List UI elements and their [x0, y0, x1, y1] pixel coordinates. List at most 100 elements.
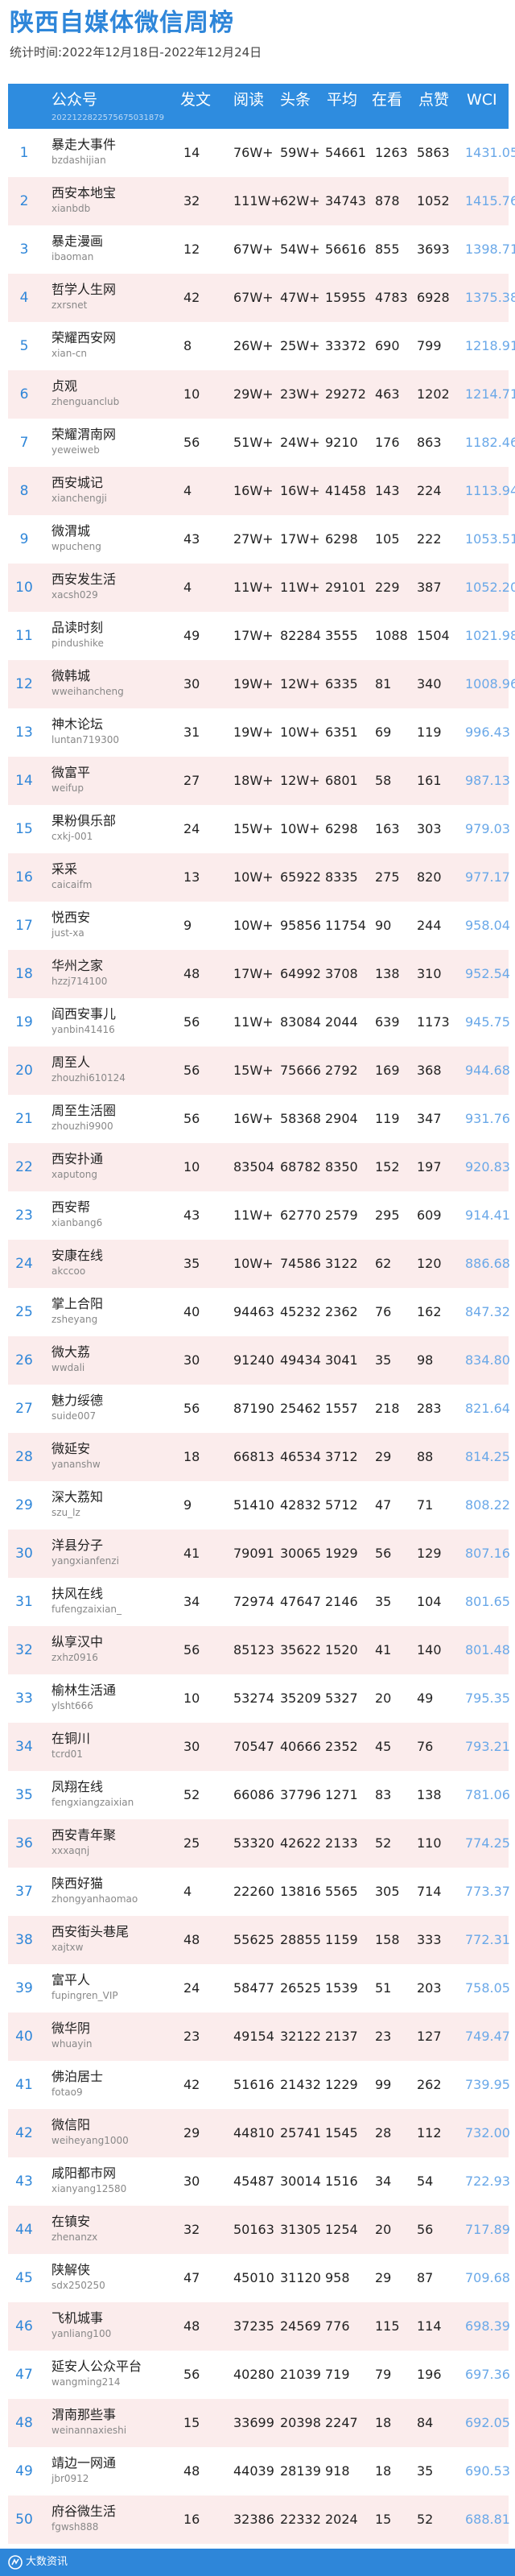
account-name[interactable]: 西安帮 — [52, 1199, 102, 1216]
account-cell[interactable]: 在镇安 zhenanzx — [52, 2213, 97, 2244]
account-cell[interactable]: 洋县分子 yangxianfenzi — [52, 1537, 119, 1567]
account-cell[interactable]: 阎西安事儿 yanbin41416 — [52, 1005, 116, 1036]
account-cell[interactable]: 飞机城事 yanliang100 — [52, 2310, 111, 2340]
account-cell[interactable]: 榆林生活通 ylsht666 — [52, 1682, 116, 1712]
account-cell[interactable]: 荣耀西安网 xian-cn — [52, 329, 116, 360]
account-name[interactable]: 府谷微生活 — [52, 2503, 116, 2520]
account-name[interactable]: 微信阳 — [52, 2116, 129, 2134]
account-cell[interactable]: 靖边一网通 jbr0912 — [52, 2454, 116, 2485]
account-name[interactable]: 西安城记 — [52, 474, 107, 492]
account-cell[interactable]: 西安发生活 xacsh029 — [52, 571, 116, 601]
account-cell[interactable]: 延安人公众平台 wangming214 — [52, 2358, 142, 2388]
account-cell[interactable]: 安康在线 akccoo — [52, 1247, 103, 1278]
account-name[interactable]: 纵享汉中 — [52, 1633, 103, 1651]
account-cell[interactable]: 西安本地宝 xianbdb — [52, 184, 116, 215]
account-name[interactable]: 采采 — [52, 861, 92, 878]
account-cell[interactable]: 微富平 weifup — [52, 764, 90, 795]
account-name[interactable]: 洋县分子 — [52, 1537, 119, 1554]
account-cell[interactable]: 微信阳 weiheyang1000 — [52, 2116, 129, 2147]
account-name[interactable]: 深大荔知 — [52, 1488, 103, 1506]
account-name[interactable]: 微延安 — [52, 1440, 101, 1458]
account-name[interactable]: 周至生活圈 — [52, 1102, 116, 1120]
account-name[interactable]: 微韩城 — [52, 667, 124, 685]
account-cell[interactable]: 西安街头巷尾 xajtxw — [52, 1923, 129, 1954]
account-cell[interactable]: 荣耀渭南网 yeweiweb — [52, 426, 116, 456]
account-cell[interactable]: 暴走漫画 ibaoman — [52, 233, 103, 263]
account-name[interactable]: 荣耀渭南网 — [52, 426, 116, 444]
account-cell[interactable]: 深大荔知 szu_lz — [52, 1488, 103, 1519]
account-cell[interactable]: 悦西安 just-xa — [52, 909, 90, 939]
account-cell[interactable]: 纵享汉中 zxhz0916 — [52, 1633, 103, 1664]
account-name[interactable]: 咸阳都市网 — [52, 2165, 126, 2182]
account-name[interactable]: 靖边一网通 — [52, 2454, 116, 2472]
account-cell[interactable]: 西安扑通 xaputong — [52, 1150, 103, 1181]
account-name[interactable]: 富平人 — [52, 1971, 118, 1989]
account-cell[interactable]: 西安青年聚 xxxaqnj — [52, 1827, 116, 1857]
account-name[interactable]: 微富平 — [52, 764, 90, 782]
account-name[interactable]: 微华阴 — [52, 2020, 92, 2037]
account-name[interactable]: 果粉俱乐部 — [52, 812, 116, 830]
account-cell[interactable]: 暴走大事件 bzdashijian — [52, 136, 116, 167]
account-cell[interactable]: 扶风在线 fufengzaixian_ — [52, 1585, 122, 1616]
account-name[interactable]: 西安扑通 — [52, 1150, 103, 1168]
account-name[interactable]: 西安街头巷尾 — [52, 1923, 129, 1941]
account-name[interactable]: 微渭城 — [52, 522, 101, 540]
account-name[interactable]: 安康在线 — [52, 1247, 103, 1265]
account-name[interactable]: 凤翔在线 — [52, 1778, 134, 1796]
account-name[interactable]: 渭南那些事 — [52, 2406, 126, 2424]
account-cell[interactable]: 微延安 yananshw — [52, 1440, 101, 1471]
account-cell[interactable]: 周至人 zhouzhi610124 — [52, 1054, 126, 1084]
account-name[interactable]: 西安青年聚 — [52, 1827, 116, 1844]
account-name[interactable]: 在镇安 — [52, 2213, 97, 2231]
account-name[interactable]: 掌上合阳 — [52, 1295, 103, 1313]
account-name[interactable]: 周至人 — [52, 1054, 126, 1071]
account-cell[interactable]: 陕解侠 sdx250250 — [52, 2261, 105, 2292]
account-name[interactable]: 西安本地宝 — [52, 184, 116, 202]
account-name[interactable]: 哲学人生网 — [52, 281, 116, 299]
account-cell[interactable]: 府谷微生活 fgwsh888 — [52, 2503, 116, 2533]
account-name[interactable]: 微大荔 — [52, 1344, 90, 1361]
account-cell[interactable]: 神木论坛 luntan719300 — [52, 716, 119, 746]
account-name[interactable]: 延安人公众平台 — [52, 2358, 142, 2376]
account-name[interactable]: 陕西好猫 — [52, 1875, 138, 1893]
account-cell[interactable]: 富平人 fupingren_VIP — [52, 1971, 118, 2002]
account-cell[interactable]: 周至生活圈 zhouzhi9900 — [52, 1102, 116, 1133]
account-name[interactable]: 神木论坛 — [52, 716, 119, 733]
account-cell[interactable]: 果粉俱乐部 cxkj-001 — [52, 812, 116, 843]
account-cell[interactable]: 贞观 zhenguanclub — [52, 378, 119, 408]
account-name[interactable]: 在铜川 — [52, 1730, 90, 1748]
account-name[interactable]: 暴走漫画 — [52, 233, 103, 250]
account-cell[interactable]: 微渭城 wpucheng — [52, 522, 101, 553]
account-cell[interactable]: 凤翔在线 fengxiangzaixian — [52, 1778, 134, 1809]
account-cell[interactable]: 魅力绥德 suide007 — [52, 1392, 103, 1422]
account-name[interactable]: 贞观 — [52, 378, 119, 395]
account-cell[interactable]: 微大荔 wwdali — [52, 1344, 90, 1374]
account-cell[interactable]: 微韩城 wweihancheng — [52, 667, 124, 698]
account-name[interactable]: 暴走大事件 — [52, 136, 116, 154]
account-cell[interactable]: 陕西好猫 zhongyanhaomao — [52, 1875, 138, 1905]
account-cell[interactable]: 哲学人生网 zxrsnet — [52, 281, 116, 312]
account-cell[interactable]: 微华阴 whuayin — [52, 2020, 92, 2050]
account-name[interactable]: 扶风在线 — [52, 1585, 122, 1603]
account-name[interactable]: 陕解侠 — [52, 2261, 105, 2279]
account-name[interactable]: 佛泊居士 — [52, 2068, 103, 2086]
account-cell[interactable]: 西安帮 xianbang6 — [52, 1199, 102, 1229]
account-cell[interactable]: 掌上合阳 zsheyang — [52, 1295, 103, 1326]
account-name[interactable]: 华州之家 — [52, 957, 107, 975]
account-name[interactable]: 西安发生活 — [52, 571, 116, 588]
account-cell[interactable]: 咸阳都市网 xianyang12580 — [52, 2165, 126, 2195]
account-cell[interactable]: 在铜川 tcrd01 — [52, 1730, 90, 1761]
account-name[interactable]: 飞机城事 — [52, 2310, 111, 2327]
account-name[interactable]: 悦西安 — [52, 909, 90, 927]
account-name[interactable]: 荣耀西安网 — [52, 329, 116, 347]
account-cell[interactable]: 西安城记 xianchengji — [52, 474, 107, 505]
account-name[interactable]: 榆林生活通 — [52, 1682, 116, 1699]
account-name[interactable]: 品读时刻 — [52, 619, 104, 637]
account-cell[interactable]: 品读时刻 pindushike — [52, 619, 104, 650]
account-cell[interactable]: 采采 caicaifm — [52, 861, 92, 891]
account-name[interactable]: 魅力绥德 — [52, 1392, 103, 1410]
account-cell[interactable]: 佛泊居士 fotao9 — [52, 2068, 103, 2099]
account-cell[interactable]: 华州之家 hzzj714100 — [52, 957, 107, 988]
account-name[interactable]: 阎西安事儿 — [52, 1005, 116, 1023]
account-cell[interactable]: 渭南那些事 weinannaxieshi — [52, 2406, 126, 2437]
